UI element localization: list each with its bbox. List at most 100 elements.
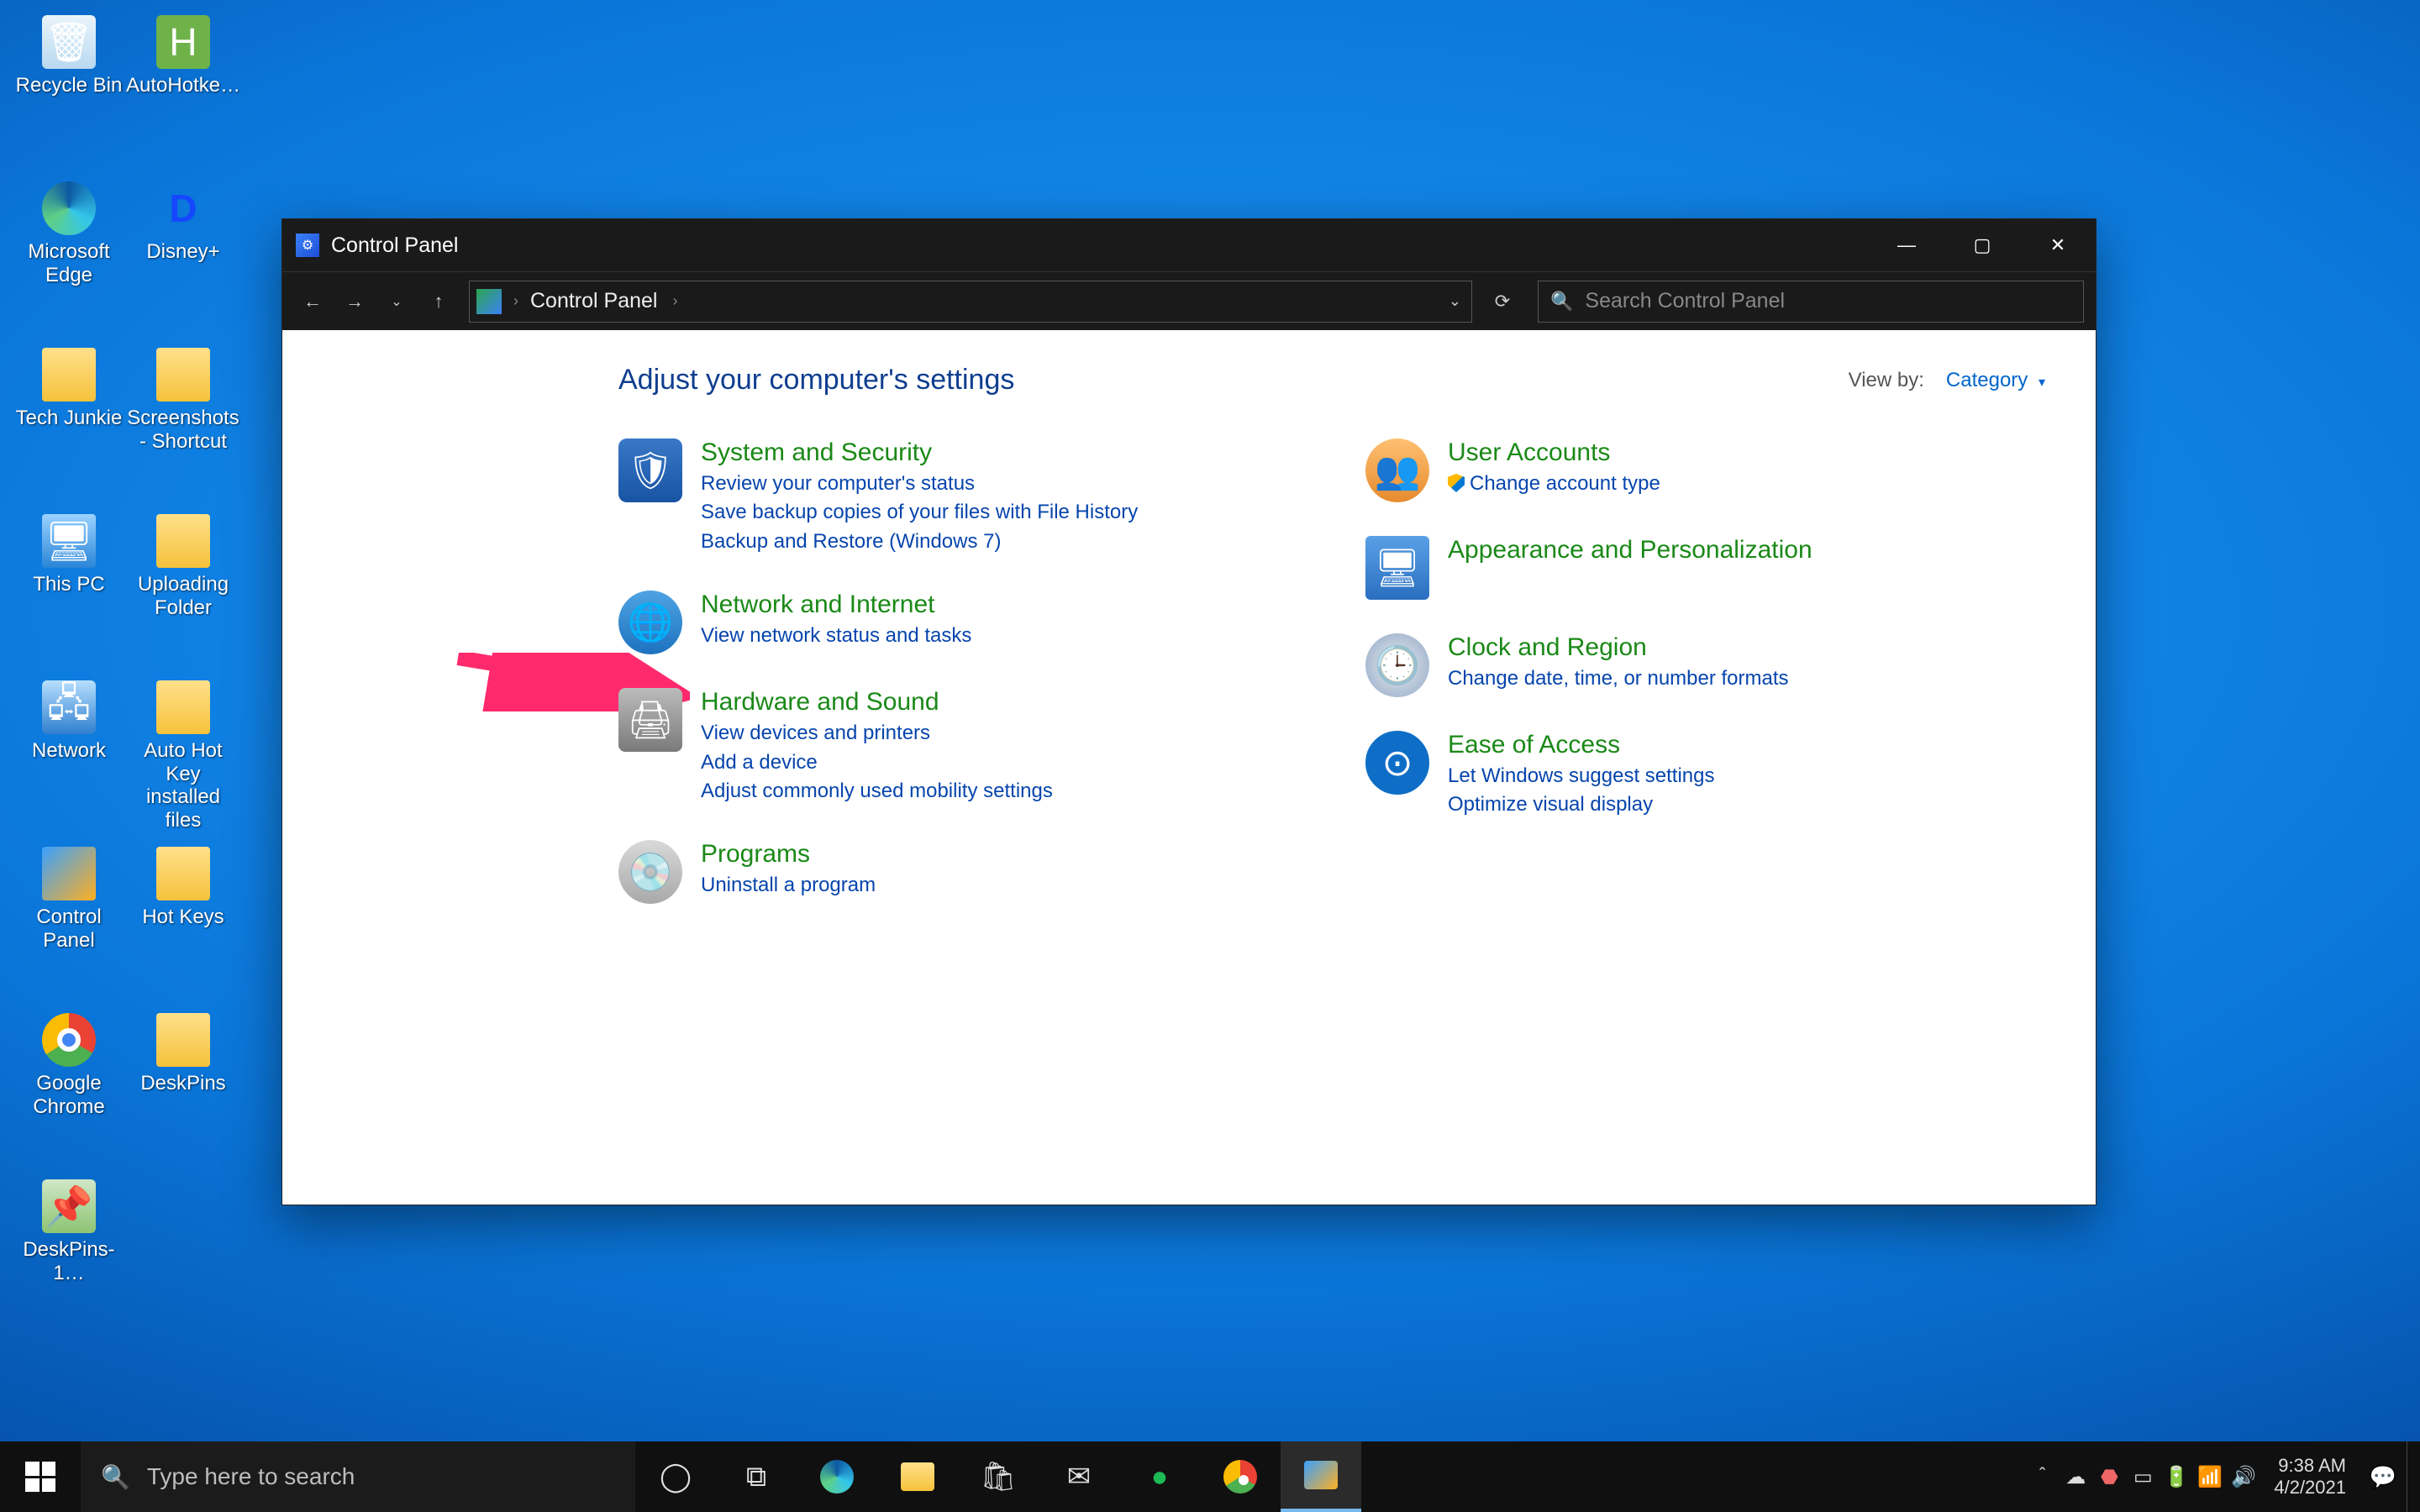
category-title[interactable]: Network and Internet xyxy=(701,591,971,619)
desktop-icon-deskpins[interactable]: DeskPins xyxy=(126,1013,240,1095)
back-button[interactable]: ← xyxy=(294,283,331,320)
taskbar-clock[interactable]: 9:38 AM 4/2/2021 xyxy=(2260,1455,2360,1499)
desktop-icon-autohotke[interactable]: HAutoHotke… xyxy=(126,15,240,97)
desktop-icon-label: DeskPins-1… xyxy=(12,1238,126,1284)
category-link[interactable]: Change account type xyxy=(1448,470,1660,497)
tray-wifi-icon[interactable]: 📶 xyxy=(2193,1441,2227,1512)
category-icon: 💿 xyxy=(618,840,682,904)
category-link[interactable]: Save backup copies of your files with Fi… xyxy=(701,499,1138,526)
search-input[interactable] xyxy=(1585,289,2071,313)
category-system-and-security: 🛡System and SecurityReview your computer… xyxy=(618,438,1298,557)
task-view-button[interactable]: ⧉ xyxy=(716,1441,797,1512)
desktop-icon-label: Google Chrome xyxy=(12,1072,126,1118)
category-title[interactable]: System and Security xyxy=(701,438,1138,467)
taskbar-app-store[interactable]: 🛍 xyxy=(958,1441,1039,1512)
desktop-icon-label: Auto Hot Key installed files xyxy=(126,739,240,832)
chevron-right-icon: › xyxy=(672,292,677,310)
search-box[interactable]: 🔍 xyxy=(1538,281,2084,323)
tray-onedrive-icon[interactable]: ☁ xyxy=(2059,1441,2092,1512)
taskbar-app-control-panel[interactable] xyxy=(1281,1441,1361,1512)
desktop-icon-label: AutoHotke… xyxy=(126,74,240,97)
desktop-icon-google-chrome[interactable]: Google Chrome xyxy=(12,1013,126,1118)
desktop-icon-glyph xyxy=(42,181,96,235)
desktop-icon-glyph: 🖥 xyxy=(42,514,96,568)
desktop-icon-label: Network xyxy=(12,739,126,763)
desktop-icon-hot-keys[interactable]: Hot Keys xyxy=(126,847,240,929)
desktop-icon-glyph xyxy=(156,514,210,568)
category-link[interactable]: Let Windows suggest settings xyxy=(1448,763,1715,790)
category-title[interactable]: User Accounts xyxy=(1448,438,1660,467)
desktop-icon-deskpins-1[interactable]: 📌 DeskPins-1… xyxy=(12,1179,126,1284)
category-link[interactable]: Uninstall a program xyxy=(701,872,876,899)
category-title[interactable]: Clock and Region xyxy=(1448,633,1789,662)
category-link[interactable]: View devices and printers xyxy=(701,720,930,747)
category-link[interactable]: Review your computer's status xyxy=(701,470,975,497)
desktop-icon-label: Hot Keys xyxy=(126,906,240,929)
view-by-select[interactable]: Category ▾ xyxy=(1946,369,2045,392)
tray-overflow-button[interactable]: ＾ xyxy=(2025,1441,2059,1512)
start-button[interactable] xyxy=(0,1441,81,1512)
search-icon: 🔍 xyxy=(101,1463,130,1491)
minimize-button[interactable]: — xyxy=(1869,219,1944,271)
show-desktop-button[interactable] xyxy=(2407,1441,2415,1512)
notifications-button[interactable]: 💬 xyxy=(2360,1441,2407,1512)
refresh-button[interactable]: ⟳ xyxy=(1484,283,1521,320)
taskbar-app-spotify[interactable]: ● xyxy=(1119,1441,1200,1512)
desktop-icon-glyph: 📌 xyxy=(42,1179,96,1233)
tray-battery-icon[interactable]: 🔋 xyxy=(2160,1441,2193,1512)
category-network-and-internet: 🌐Network and InternetView network status… xyxy=(618,591,1298,654)
taskbar-app-file-explorer[interactable] xyxy=(877,1441,958,1512)
category-title[interactable]: Programs xyxy=(701,840,876,869)
desktop-icon-glyph xyxy=(156,1013,210,1067)
desktop-icon-label: Tech Junkie xyxy=(12,407,126,430)
desktop-icon-disney[interactable]: DDisney+ xyxy=(126,181,240,264)
up-button[interactable]: ↑ xyxy=(420,283,457,320)
category-icon: 🖨 xyxy=(618,688,682,752)
desktop-icon-recycle-bin[interactable]: 🗑Recycle Bin xyxy=(12,15,126,97)
tray-meet-now-icon[interactable]: ▭ xyxy=(2126,1441,2160,1512)
recent-locations-button[interactable]: ⌄ xyxy=(378,283,415,320)
category-link[interactable]: Optimize visual display xyxy=(1448,791,1653,818)
category-clock-and-region: 🕒Clock and RegionChange date, time, or n… xyxy=(1365,633,2045,697)
desktop-icon-this-pc[interactable]: 🖥 This PC xyxy=(12,514,126,596)
desktop-icon-tech-junkie[interactable]: Tech Junkie xyxy=(12,348,126,430)
taskbar-app-mail[interactable]: ✉ xyxy=(1039,1441,1119,1512)
desktop-icon-label: This PC xyxy=(12,573,126,596)
category-link[interactable]: View network status and tasks xyxy=(701,622,971,649)
desktop-icon-glyph: 🖧 xyxy=(42,680,96,734)
category-link[interactable]: Adjust commonly used mobility settings xyxy=(701,778,1053,805)
category-link[interactable]: Change date, time, or number formats xyxy=(1448,665,1789,692)
taskbar-app-edge[interactable] xyxy=(797,1441,877,1512)
cortana-button[interactable]: ◯ xyxy=(635,1441,716,1512)
desktop-icon-glyph xyxy=(156,680,210,734)
taskbar-app-chrome[interactable] xyxy=(1200,1441,1281,1512)
windows-logo-icon xyxy=(25,1462,55,1492)
close-button[interactable]: ✕ xyxy=(2020,219,2096,271)
desktop-icon-screenshots-shortcut[interactable]: Screenshots - Shortcut xyxy=(126,348,240,453)
category-column-left: 🛡System and SecurityReview your computer… xyxy=(618,438,1298,937)
category-title[interactable]: Ease of Access xyxy=(1448,731,1715,759)
category-link[interactable]: Add a device xyxy=(701,749,818,776)
desktop-icon-microsoft-edge[interactable]: Microsoft Edge xyxy=(12,181,126,286)
maximize-button[interactable]: ▢ xyxy=(1944,219,2020,271)
desktop-icon-auto-hot-key-installed-files[interactable]: Auto Hot Key installed files xyxy=(126,680,240,832)
address-bar-icon xyxy=(476,289,502,314)
desktop-icon-control-panel[interactable]: Control Panel xyxy=(12,847,126,952)
category-title[interactable]: Hardware and Sound xyxy=(701,688,1053,717)
address-bar-dropdown[interactable]: ⌄ xyxy=(1449,292,1461,310)
tray-security-icon[interactable]: ⬣ xyxy=(2092,1441,2126,1512)
page-heading: Adjust your computer's settings xyxy=(618,364,1849,396)
category-link[interactable]: Backup and Restore (Windows 7) xyxy=(701,528,1002,555)
category-columns: 🛡System and SecurityReview your computer… xyxy=(618,438,2045,937)
category-title[interactable]: Appearance and Personalization xyxy=(1448,536,1812,564)
view-by-label: View by: xyxy=(1849,369,1924,392)
category-icon: 🖥 xyxy=(1365,536,1429,600)
breadcrumb-control-panel[interactable]: Control Panel xyxy=(530,289,657,313)
address-bar[interactable]: › Control Panel › ⌄ xyxy=(469,281,1472,323)
desktop-icon-network[interactable]: 🖧 Network xyxy=(12,680,126,763)
desktop-icon-glyph xyxy=(156,348,210,402)
forward-button[interactable]: → xyxy=(336,283,373,320)
taskbar-search[interactable]: 🔍 Type here to search xyxy=(81,1441,635,1512)
tray-volume-icon[interactable]: 🔊 xyxy=(2227,1441,2260,1512)
desktop-icon-uploading-folder[interactable]: Uploading Folder xyxy=(126,514,240,619)
